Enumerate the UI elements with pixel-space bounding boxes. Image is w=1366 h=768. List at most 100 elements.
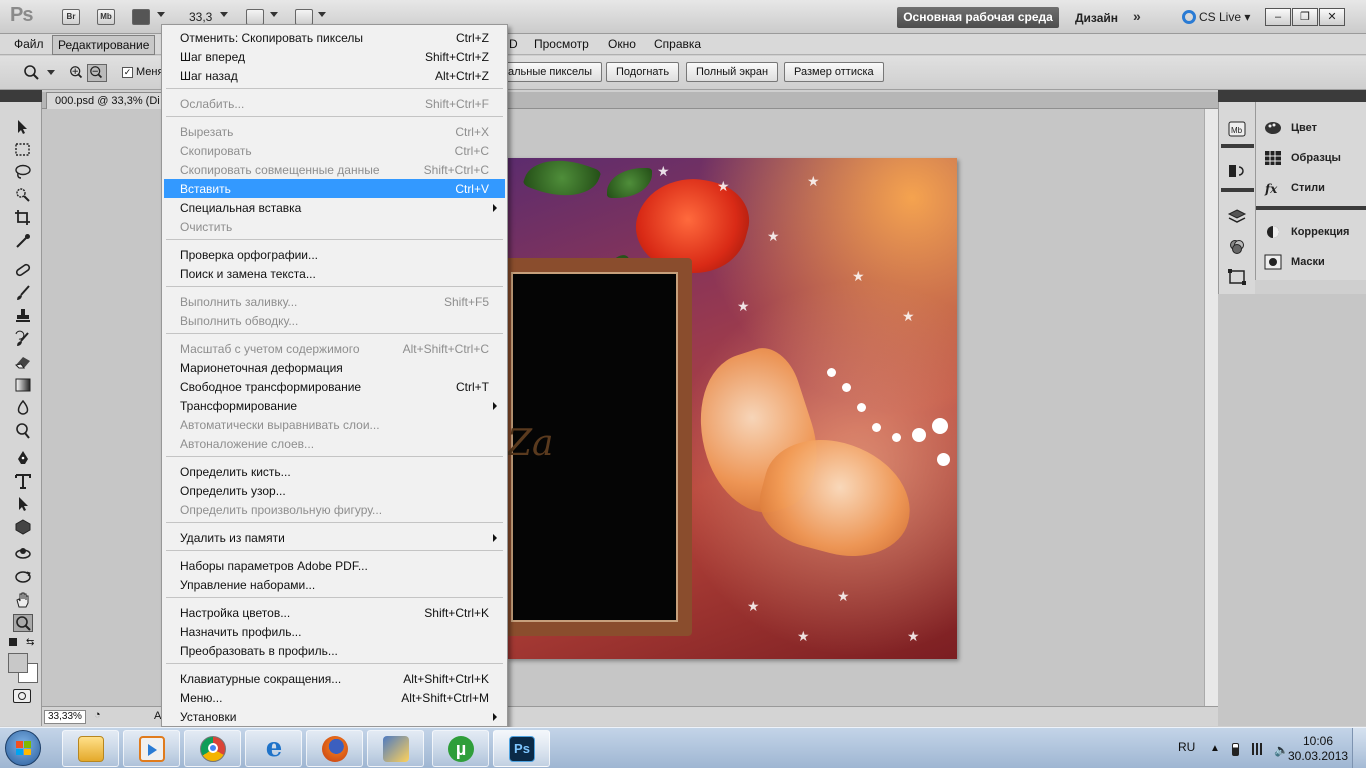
menu-edit[interactable]: Редактирование <box>52 35 156 55</box>
extras-chevron-down-icon[interactable] <box>157 12 165 17</box>
edit-menu-item[interactable]: Поиск и замена текста... <box>164 264 505 283</box>
network-signal-icon[interactable] <box>1252 743 1268 755</box>
tray-expand-icon[interactable]: ▲ <box>1210 743 1220 755</box>
language-indicator[interactable]: RU <box>1178 740 1195 754</box>
menu-3d[interactable]: D <box>509 37 518 51</box>
minimize-button[interactable]: – <box>1265 8 1291 26</box>
cs-live-button[interactable]: CS Live ▾ <box>1182 10 1250 24</box>
eyedropper-tool-icon[interactable] <box>13 232 33 250</box>
default-colors-icon[interactable] <box>9 638 17 646</box>
taskbar-media-player-button[interactable] <box>123 730 180 767</box>
toolbox-header[interactable] <box>0 90 42 102</box>
adjustments-panel-tab[interactable]: Коррекция <box>1264 222 1349 242</box>
fill-screen-button[interactable]: Полный экран <box>686 62 779 82</box>
actual-pixels-button[interactable]: альные пикселы <box>498 62 603 82</box>
edit-menu-item[interactable]: Вставить Ctrl+V <box>164 179 505 198</box>
zoom-in-icon[interactable] <box>68 64 88 82</box>
lasso-tool-icon[interactable] <box>13 163 33 181</box>
arrange-documents-icon[interactable] <box>246 9 264 25</box>
print-size-button[interactable]: Размер оттиска <box>784 62 884 82</box>
edit-menu-item[interactable]: Управление наборами... <box>164 575 505 594</box>
gradient-tool-icon[interactable] <box>13 376 33 394</box>
battery-icon[interactable] <box>1232 743 1239 756</box>
edit-menu-item[interactable]: Специальная вставка <box>164 198 505 217</box>
vertical-scrollbar[interactable] <box>1204 109 1218 706</box>
zoom-tool-icon[interactable] <box>13 614 33 632</box>
menu-view[interactable]: Просмотр <box>534 37 589 51</box>
extras-menu-icon[interactable] <box>132 9 150 25</box>
edit-menu-item[interactable]: Определить узор... <box>164 481 505 500</box>
workspace-essentials-button[interactable]: Основная рабочая среда <box>897 7 1059 28</box>
edit-menu-item[interactable]: Удалить из памяти <box>164 528 505 547</box>
3d-orbit-tool-icon[interactable] <box>13 568 33 586</box>
pen-tool-icon[interactable] <box>13 449 33 467</box>
foreground-color-swatch[interactable] <box>8 653 28 673</box>
layers-panel-icon[interactable] <box>1227 208 1247 226</box>
shape-tool-icon[interactable] <box>13 518 33 536</box>
resize-windows-checkbox[interactable]: ✓ <box>122 67 133 78</box>
eraser-tool-icon[interactable] <box>13 353 33 371</box>
taskbar-app-button[interactable] <box>367 730 424 767</box>
history-panel-icon[interactable] <box>1227 162 1247 180</box>
zoom-out-icon[interactable] <box>87 64 107 82</box>
masks-panel-tab[interactable]: Маски <box>1264 252 1325 272</box>
volume-icon[interactable]: 🔈 <box>1274 743 1289 757</box>
styles-panel-tab[interactable]: fx Стили <box>1264 178 1325 198</box>
quick-selection-tool-icon[interactable] <box>13 186 33 204</box>
menu-file[interactable]: Файл <box>14 37 44 51</box>
edit-menu-item[interactable]: Шаг назад Alt+Ctrl+Z <box>164 66 505 85</box>
zoom-status-field[interactable]: 33,33% <box>44 710 86 724</box>
channels-panel-icon[interactable] <box>1227 238 1247 256</box>
taskbar-ie-button[interactable]: e <box>245 730 302 767</box>
edit-menu-item[interactable]: Преобразовать в профиль... <box>164 641 505 660</box>
restore-button[interactable]: ❐ <box>1292 8 1318 26</box>
document-tab[interactable]: 000.psd @ 33,3% (Di <box>46 92 169 109</box>
menu-help[interactable]: Справка <box>654 37 701 51</box>
fit-screen-button[interactable]: Подогнать <box>606 62 680 82</box>
paths-panel-icon[interactable] <box>1227 268 1247 286</box>
arrange-chevron-down-icon[interactable] <box>270 12 278 17</box>
edit-menu-item[interactable]: Шаг вперед Shift+Ctrl+Z <box>164 47 505 66</box>
taskbar-explorer-button[interactable] <box>62 730 119 767</box>
workspace-design-button[interactable]: Дизайн <box>1075 11 1118 25</box>
edit-menu-item[interactable]: Установки <box>164 707 505 726</box>
clock[interactable]: 10:06 30.03.2013 <box>1288 734 1348 764</box>
taskbar-photoshop-button[interactable]: Ps <box>493 730 550 767</box>
bridge-button[interactable]: Br <box>62 9 80 25</box>
quick-mask-icon[interactable] <box>13 689 31 703</box>
color-panel-tab[interactable]: Цвет <box>1264 118 1317 138</box>
edit-menu-item[interactable]: Настройка цветов... Shift+Ctrl+K <box>164 603 505 622</box>
healing-brush-tool-icon[interactable] <box>13 261 33 279</box>
screen-mode-chevron-down-icon[interactable] <box>318 12 326 17</box>
path-selection-tool-icon[interactable] <box>13 495 33 513</box>
edit-menu-item[interactable]: Отменить: Скопировать пикселы Ctrl+Z <box>164 28 505 47</box>
zoom-level-field[interactable]: 33,3 <box>189 10 212 24</box>
dodge-tool-icon[interactable] <box>13 422 33 440</box>
close-button[interactable]: ✕ <box>1319 8 1345 26</box>
edit-menu-item[interactable]: Трансформирование <box>164 396 505 415</box>
status-icon[interactable]: ◔ <box>94 709 101 721</box>
brush-tool-icon[interactable] <box>13 284 33 302</box>
swatches-panel-tab[interactable]: Образцы <box>1264 148 1341 168</box>
edit-menu-item[interactable]: Свободное трансформирование Ctrl+T <box>164 377 505 396</box>
clone-stamp-tool-icon[interactable] <box>13 307 33 325</box>
edit-menu-item[interactable]: Меню... Alt+Shift+Ctrl+M <box>164 688 505 707</box>
taskbar-firefox-button[interactable] <box>306 730 363 767</box>
marquee-tool-icon[interactable] <box>13 141 33 159</box>
taskbar-utorrent-button[interactable]: µ <box>432 730 489 767</box>
history-brush-tool-icon[interactable] <box>13 330 33 348</box>
tool-preset-chevron-down-icon[interactable] <box>47 70 55 75</box>
edit-menu-item[interactable]: Клавиатурные сокращения... Alt+Shift+Ctrl… <box>164 669 505 688</box>
type-tool-icon[interactable] <box>13 472 33 490</box>
zoom-tool-preset-icon[interactable] <box>22 64 42 82</box>
edit-menu-item[interactable]: Проверка орфографии... <box>164 245 505 264</box>
workspace-more-icon[interactable]: » <box>1133 8 1141 24</box>
screen-mode-icon[interactable] <box>295 9 313 25</box>
crop-tool-icon[interactable] <box>13 209 33 227</box>
edit-menu-item[interactable]: Назначить профиль... <box>164 622 505 641</box>
edit-menu-item[interactable]: Наборы параметров Adobe PDF... <box>164 556 505 575</box>
3d-rotate-tool-icon[interactable] <box>13 545 33 563</box>
edit-menu-item[interactable]: Определить кисть... <box>164 462 505 481</box>
mini-bridge-button[interactable]: Mb <box>97 9 115 25</box>
taskbar-chrome-button[interactable] <box>184 730 241 767</box>
